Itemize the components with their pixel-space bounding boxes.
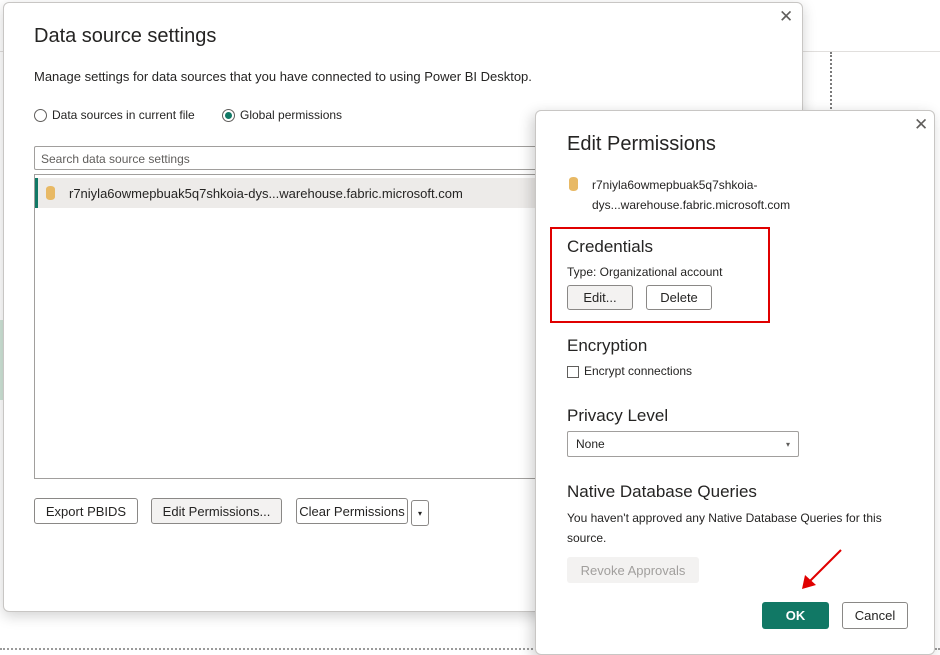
credential-type: Type: Organizational account bbox=[567, 265, 723, 279]
cancel-button[interactable]: Cancel bbox=[842, 602, 908, 629]
native-queries-heading: Native Database Queries bbox=[567, 482, 757, 501]
chevron-down-icon: ▾ bbox=[785, 439, 790, 449]
export-pbids-button[interactable]: Export PBIDS bbox=[34, 498, 138, 524]
radio-button-icon[interactable] bbox=[34, 108, 47, 122]
edit-permissions-button[interactable]: Edit Permissions... bbox=[151, 498, 282, 524]
data-source-list: r7niyla6owmepbuak5q7shkoia-dys...warehou… bbox=[34, 174, 594, 479]
revoke-approvals-button: Revoke Approvals bbox=[567, 557, 699, 583]
chevron-down-icon[interactable]: ▾ bbox=[411, 500, 429, 526]
close-icon[interactable]: ✕ bbox=[779, 9, 793, 26]
radio-global-permissions[interactable]: Global permissions bbox=[222, 108, 342, 122]
clear-permissions-button[interactable]: Clear Permissions bbox=[296, 498, 408, 524]
native-queries-text: You haven't approved any Native Database… bbox=[567, 511, 882, 545]
data-source-name: r7niyla6owmepbuak5q7shkoia- dys...wareho… bbox=[592, 175, 802, 215]
edit-credentials-button[interactable]: Edit... bbox=[567, 285, 633, 310]
data-source-info: r7niyla6owmepbuak5q7shkoia- dys...wareho… bbox=[569, 175, 802, 215]
data-source-name-line2: dys...warehouse.fabric.microsoft.com bbox=[592, 198, 791, 212]
database-icon bbox=[46, 186, 55, 200]
encrypt-connections-label: Encrypt connections bbox=[584, 364, 693, 378]
edit-permissions-dialog: ✕ Edit Permissions r7niyla6owmepbuak5q7s… bbox=[535, 110, 935, 655]
close-icon[interactable]: ✕ bbox=[914, 117, 928, 134]
red-arrow-annotation-icon bbox=[802, 549, 842, 589]
radio-label: Data sources in current file bbox=[52, 108, 195, 122]
dialog-title: Data source settings bbox=[34, 25, 217, 47]
data-source-name-line1: r7niyla6owmepbuak5q7shkoia- bbox=[592, 178, 758, 192]
radio-current-file[interactable]: Data sources in current file bbox=[34, 108, 195, 122]
ok-button[interactable]: OK bbox=[762, 602, 829, 629]
encryption-heading: Encryption bbox=[567, 336, 648, 355]
delete-credentials-button[interactable]: Delete bbox=[646, 285, 712, 310]
list-item[interactable]: r7niyla6owmepbuak5q7shkoia-dys...warehou… bbox=[35, 178, 594, 208]
radio-button-selected-icon[interactable] bbox=[222, 108, 235, 122]
background-dotted-border bbox=[830, 52, 832, 112]
credentials-heading: Credentials bbox=[567, 237, 653, 256]
dialog-description: Manage settings for data sources that yo… bbox=[34, 69, 532, 84]
privacy-level-value: None bbox=[576, 437, 605, 451]
privacy-level-heading: Privacy Level bbox=[567, 406, 669, 425]
data-source-name: r7niyla6owmepbuak5q7shkoia-dys...warehou… bbox=[69, 185, 463, 201]
dialog-title: Edit Permissions bbox=[567, 133, 716, 155]
database-icon bbox=[569, 177, 578, 191]
encrypt-connections-checkbox[interactable] bbox=[567, 366, 579, 378]
radio-label: Global permissions bbox=[240, 108, 343, 122]
privacy-level-select[interactable]: None ▾ bbox=[567, 431, 799, 457]
search-input[interactable]: Search data source settings bbox=[34, 146, 594, 170]
